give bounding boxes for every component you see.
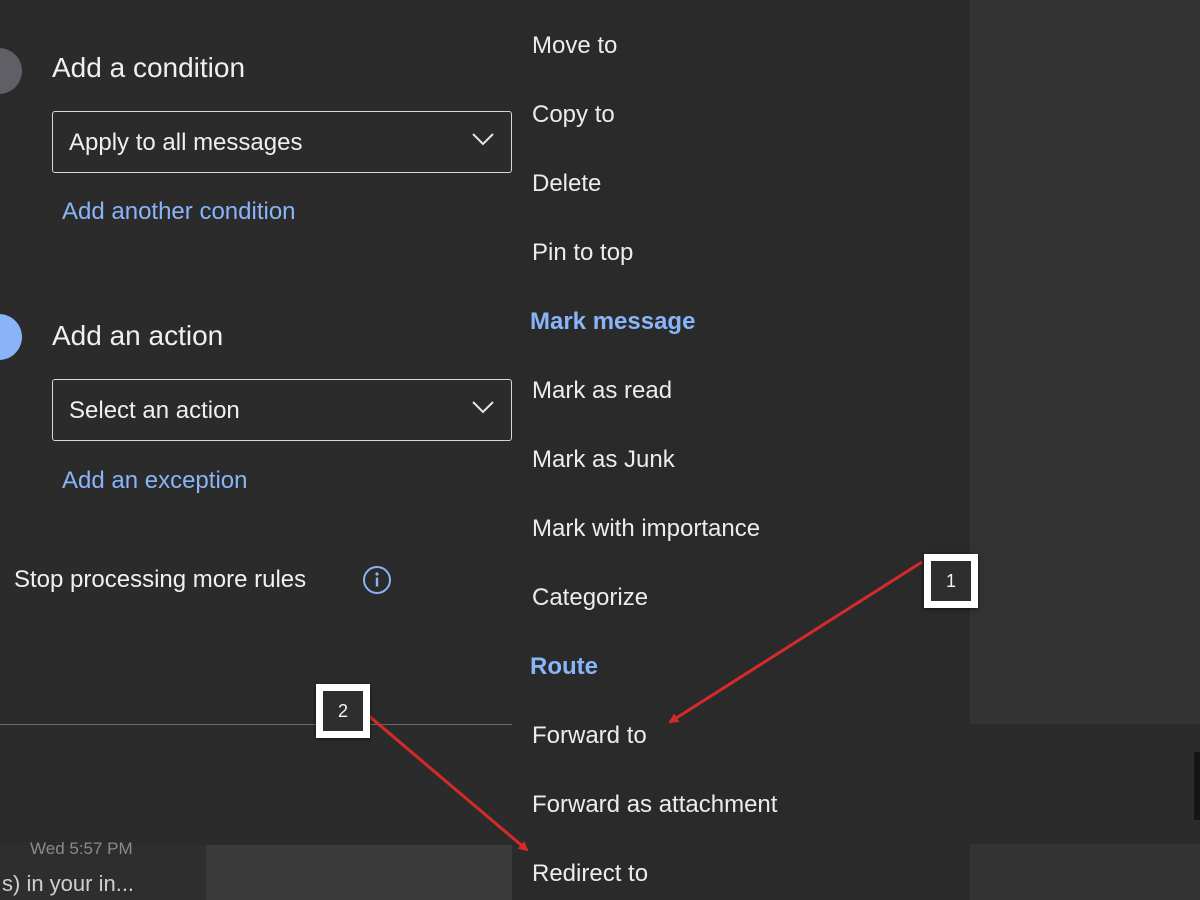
panel-footer [0,725,512,845]
chevron-down-icon [472,401,494,414]
info-icon[interactable] [362,565,392,595]
menu-item-forward-as-attachment[interactable]: Forward as attachment [532,791,777,819]
menu-item-delete[interactable]: Delete [532,170,601,198]
callout-1-label: 1 [931,561,971,601]
menu-item-mark-with-importance[interactable]: Mark with importance [532,515,760,543]
message-snippet: s) in your in... [2,871,135,896]
scroll-edge [1194,752,1200,820]
rule-editor-panel: Add a condition Apply to all messages Ad… [0,0,512,725]
menu-item-pin-to-top[interactable]: Pin to top [532,239,633,267]
menu-item-copy-to[interactable]: Copy to [532,101,615,129]
action-title: Add an action [52,320,224,351]
condition-select-value: Apply to all messages [69,129,303,156]
condition-select[interactable]: Apply to all messages [52,111,512,173]
condition-title: Add a condition [52,52,246,83]
menu-item-move-to[interactable]: Move to [532,32,617,60]
menu-header-route: Route [530,653,598,680]
add-another-condition-link[interactable]: Add another condition [62,198,296,226]
menu-item-forward-to[interactable]: Forward to [532,722,647,750]
chevron-down-icon [472,133,494,146]
message-date: Wed 5:57 PM [30,839,133,858]
action-select[interactable]: Select an action [52,379,512,441]
step-1-indicator [0,48,22,94]
menu-header-mark-message: Mark message [530,308,696,335]
menu-item-mark-as-junk[interactable]: Mark as Junk [532,446,675,474]
stop-processing-label[interactable]: Stop processing more rules [14,566,306,594]
background-panel [970,0,1200,900]
menu-item-mark-as-read[interactable]: Mark as read [532,377,672,405]
action-select-value: Select an action [69,397,240,424]
add-exception-link[interactable]: Add an exception [62,467,247,495]
background-gap [970,724,1200,844]
action-dropdown-menu: Move to Copy to Delete Pin to top Mark m… [513,0,970,900]
step-2-indicator [0,314,22,360]
message-list-strip: Wed 5:57 PM s) in your in... [0,839,512,900]
callout-2: 2 [316,684,370,738]
callout-2-label: 2 [323,691,363,731]
message-preview[interactable]: Wed 5:57 PM s) in your in... [0,839,206,900]
menu-item-redirect-to[interactable]: Redirect to [532,860,648,888]
menu-item-categorize[interactable]: Categorize [532,584,648,612]
callout-1: 1 [924,554,978,608]
